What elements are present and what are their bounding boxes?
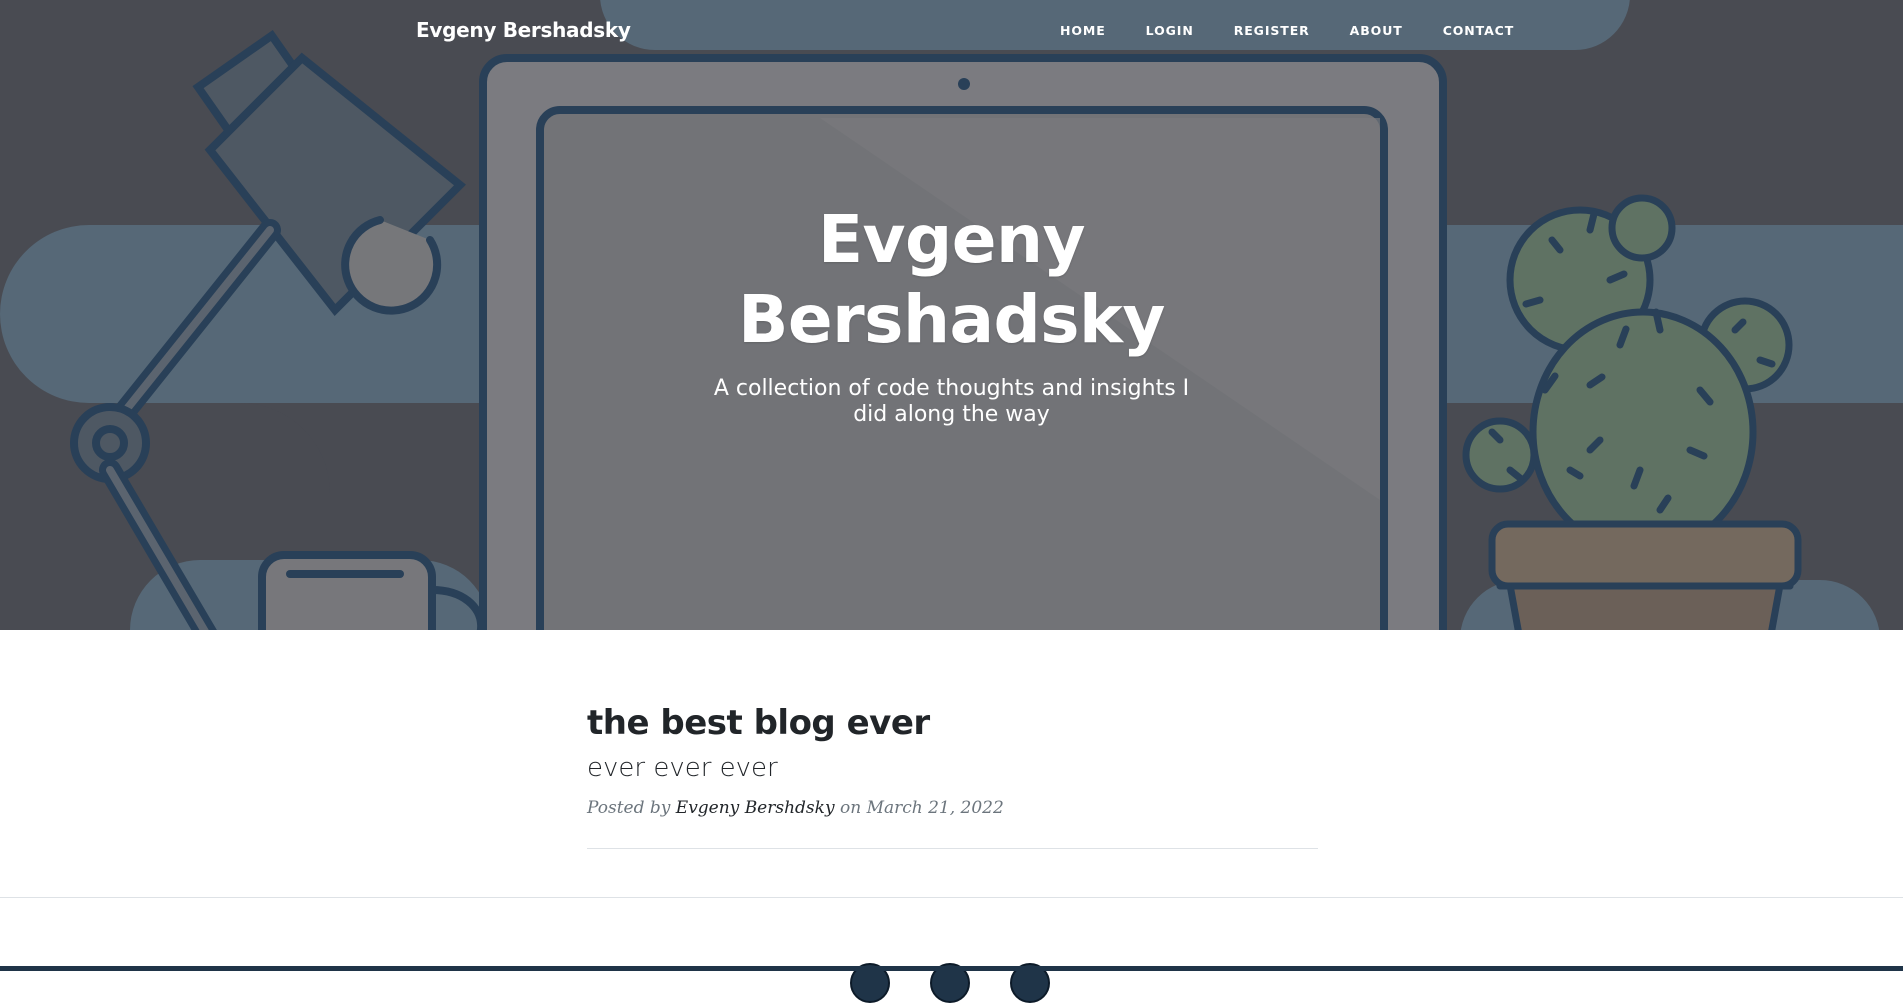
nav-link-home[interactable]: HOME — [1040, 23, 1126, 38]
post-list: the best blog ever ever ever ever Posted… — [587, 700, 1318, 857]
hero-heading: Evgeny Bershadsky A collection of code t… — [0, 200, 1903, 428]
post-meta: Posted by Evgeny Bershdsky on March 21, … — [587, 798, 1318, 818]
post-link[interactable]: the best blog ever ever ever ever — [587, 700, 1318, 784]
post-meta-prefix: Posted by — [587, 798, 671, 818]
site-subtitle: A collection of code thoughts and insigh… — [713, 376, 1190, 427]
nav-link-about[interactable]: ABOUT — [1330, 23, 1423, 38]
hero-header: Evgeny Bershadsky HOME LOGIN REGISTER AB… — [0, 0, 1903, 630]
nav-link-register[interactable]: REGISTER — [1214, 23, 1330, 38]
section-divider — [0, 897, 1903, 898]
main-navbar: Evgeny Bershadsky HOME LOGIN REGISTER AB… — [0, 0, 1903, 62]
post-date: March 21, 2022 — [866, 798, 1004, 818]
post-subtitle[interactable]: ever ever ever — [587, 752, 1318, 784]
nav-link-login[interactable]: LOGIN — [1126, 23, 1214, 38]
footer-bar — [0, 966, 1903, 971]
site-title: Evgeny Bershadsky — [738, 201, 1165, 358]
nav-link-contact[interactable]: CONTACT — [1423, 23, 1535, 38]
post-divider — [587, 848, 1318, 849]
post-author-link[interactable]: Evgeny Bershdsky — [676, 798, 835, 818]
post-preview: the best blog ever ever ever ever Posted… — [587, 700, 1318, 849]
post-meta-on: on — [839, 798, 862, 818]
post-title[interactable]: the best blog ever — [587, 700, 1318, 746]
brand-link[interactable]: Evgeny Bershadsky — [416, 18, 631, 42]
nav-menu: HOME LOGIN REGISTER ABOUT CONTACT — [1040, 23, 1534, 38]
